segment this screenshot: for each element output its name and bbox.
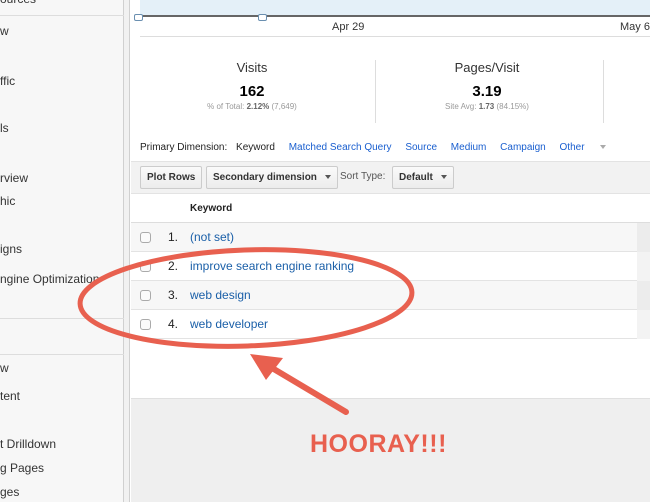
annotation-marker-icon[interactable]: [134, 14, 143, 21]
row-number: 1.: [168, 230, 179, 244]
sidebar: ources w ffic ls rview hic igns ngine Op…: [0, 0, 130, 502]
secondary-dimension-dropdown[interactable]: Secondary dimension: [206, 166, 338, 189]
stat-value: 162: [239, 83, 265, 100]
stat-sub-value: 2.12%: [246, 102, 270, 111]
sidebar-item[interactable]: t Drilldown: [0, 437, 56, 451]
stat-title: Pages/Visit: [454, 60, 520, 75]
row-checkbox[interactable]: [140, 261, 151, 272]
primary-dimension-bar: Primary Dimension: Keyword Matched Searc…: [140, 142, 617, 153]
date-label: Apr 29: [332, 21, 365, 33]
secondary-dimension-label: Secondary dimension: [213, 172, 317, 183]
sidebar-resize-handle[interactable]: [124, 0, 130, 502]
keyword-link[interactable]: (not set): [190, 230, 234, 244]
divider: [140, 36, 650, 37]
row-cell: [637, 281, 650, 310]
stat-sub-label: Site Avg:: [445, 102, 477, 111]
table-row: 1. (not set): [131, 223, 650, 252]
date-label: May 6: [620, 21, 650, 33]
sidebar-item[interactable]: w: [0, 24, 9, 38]
dimension-source[interactable]: Source: [405, 142, 437, 153]
hooray-annotation: HOORAY!!!: [310, 430, 447, 458]
row-number: 3.: [168, 288, 179, 302]
table-row: 2. improve search engine ranking: [131, 252, 650, 281]
primary-dimension-label: Primary Dimension:: [140, 142, 228, 153]
stat-sub-extra: (7,649): [271, 102, 297, 111]
row-number: 2.: [168, 259, 179, 273]
sort-type-dropdown[interactable]: Default: [392, 166, 454, 189]
sort-type-value: Default: [399, 172, 433, 183]
dimension-keyword[interactable]: Keyword: [236, 142, 275, 153]
sidebar-item[interactable]: hic: [0, 194, 15, 208]
dimension-medium[interactable]: Medium: [451, 142, 487, 153]
stat-sub-label: % of Total:: [207, 102, 245, 111]
divider: [0, 15, 124, 16]
stat-value: 3.19: [472, 83, 502, 100]
stat-title: Visits: [236, 60, 268, 75]
row-cell: [637, 223, 650, 252]
sidebar-item[interactable]: rview: [0, 171, 28, 185]
plot-rows-button[interactable]: Plot Rows: [140, 166, 203, 189]
sidebar-item[interactable]: igns: [0, 242, 22, 256]
row-cell: [637, 310, 650, 339]
stat-sub-extra: (84.15%): [496, 102, 529, 111]
keyword-link[interactable]: web design: [190, 288, 251, 302]
sidebar-item[interactable]: g Pages: [0, 461, 44, 475]
main-content: Apr 29 May 6 Visits 162 % of Total: 2.12…: [131, 0, 650, 502]
row-number: 4.: [168, 317, 179, 331]
table-row: 4. web developer: [131, 310, 650, 339]
dimension-campaign[interactable]: Campaign: [500, 142, 546, 153]
stat-pages-visit: Pages/Visit 3.19 Site Avg: 1.73 (84.15%): [372, 60, 602, 111]
keyword-link[interactable]: improve search engine ranking: [190, 259, 354, 273]
dimension-other-label: Other: [559, 142, 585, 153]
annotation-marker-icon[interactable]: [258, 14, 267, 21]
sidebar-item[interactable]: w: [0, 361, 9, 375]
sidebar-item[interactable]: ffic: [0, 74, 15, 88]
divider: [603, 60, 604, 123]
chevron-down-icon: [324, 175, 331, 180]
chevron-down-icon: [440, 175, 447, 180]
sidebar-item[interactable]: tent: [0, 389, 20, 403]
sort-type-label: Sort Type:: [340, 171, 386, 182]
row-cell: [637, 252, 650, 281]
table-row: 3. web design: [131, 281, 650, 310]
chevron-down-icon: [600, 145, 607, 150]
sidebar-item[interactable]: ges: [0, 485, 19, 499]
row-checkbox[interactable]: [140, 319, 151, 330]
sidebar-item-seo[interactable]: ngine Optimization: [0, 272, 99, 286]
sidebar-item[interactable]: ources: [0, 0, 36, 6]
divider: [0, 318, 124, 319]
table-toolbar: Plot Rows Secondary dimension Sort Type:…: [131, 161, 650, 194]
column-header-keyword[interactable]: Keyword: [190, 203, 232, 214]
stat-sub: % of Total: 2.12% (7,649): [137, 102, 367, 111]
chart-area: [140, 0, 650, 17]
row-checkbox[interactable]: [140, 290, 151, 301]
divider: [0, 354, 124, 355]
row-checkbox[interactable]: [140, 232, 151, 243]
stat-sub: Site Avg: 1.73 (84.15%): [372, 102, 602, 111]
dimension-other[interactable]: Other: [560, 142, 618, 153]
table-header: Keyword: [131, 194, 650, 223]
stat-sub-value: 1.73: [478, 102, 495, 111]
stat-visits: Visits 162 % of Total: 2.12% (7,649): [137, 60, 367, 111]
dimension-matched-search-query[interactable]: Matched Search Query: [289, 142, 392, 153]
sidebar-item[interactable]: ls: [0, 121, 9, 135]
keyword-link[interactable]: web developer: [190, 317, 268, 331]
